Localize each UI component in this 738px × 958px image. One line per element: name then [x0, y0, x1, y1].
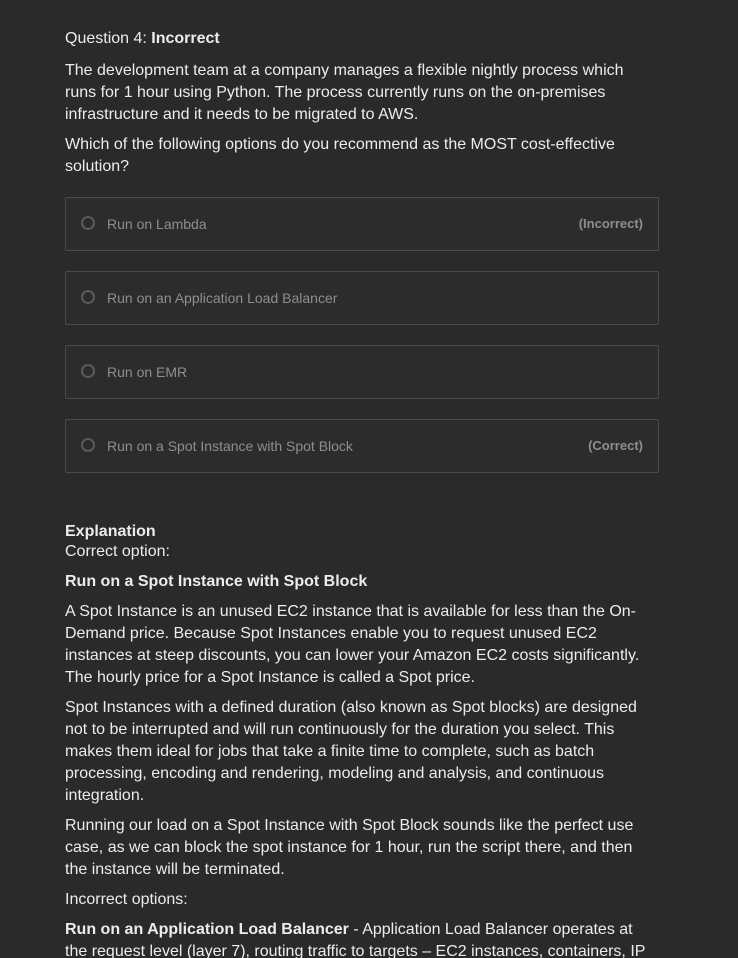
explanation-paragraph: A Spot Instance is an unused EC2 instanc…: [65, 603, 640, 686]
answer-option-spot-block[interactable]: Run on a Spot Instance with Spot Block (…: [65, 419, 659, 473]
radio-button[interactable]: [81, 290, 95, 304]
radio-button[interactable]: [81, 216, 95, 230]
radio-button[interactable]: [81, 438, 95, 452]
explanation-heading: Explanation: [65, 523, 156, 540]
radio-button[interactable]: [81, 364, 95, 378]
option-label: Run on EMR: [107, 364, 188, 380]
option-label: Run on Lambda: [107, 216, 207, 232]
incorrect-options-intro: Incorrect options:: [65, 891, 188, 908]
answer-option-alb[interactable]: Run on an Application Load Balancer: [65, 271, 659, 325]
correct-option-intro: Correct option:: [65, 543, 170, 560]
incorrect-option-explanation: Run on an Application Load Balancer - Ap…: [65, 919, 659, 958]
question-status: Incorrect: [151, 30, 220, 47]
option-result-badge: (Incorrect): [578, 216, 643, 231]
explanation-paragraph: Spot Instances with a defined duration (…: [65, 699, 637, 804]
answer-option-emr[interactable]: Run on EMR: [65, 345, 659, 399]
question-prompt: Which of the following options do you re…: [65, 136, 615, 175]
answer-option-lambda[interactable]: Run on Lambda (Incorrect): [65, 197, 659, 251]
option-label: Run on an Application Load Balancer: [107, 290, 338, 306]
correct-option-title: Run on a Spot Instance with Spot Block: [65, 573, 368, 590]
question-header: Question 4: Incorrect: [65, 28, 220, 50]
incorrect-option-title: Run on an Application Load Balancer: [65, 921, 349, 938]
explanation-paragraph: Running our load on a Spot Instance with…: [65, 817, 634, 878]
option-result-badge: (Correct): [588, 438, 643, 453]
question-number: Question 4:: [65, 30, 152, 47]
question-text: The development team at a company manage…: [65, 62, 624, 123]
option-label: Run on a Spot Instance with Spot Block: [107, 438, 353, 454]
